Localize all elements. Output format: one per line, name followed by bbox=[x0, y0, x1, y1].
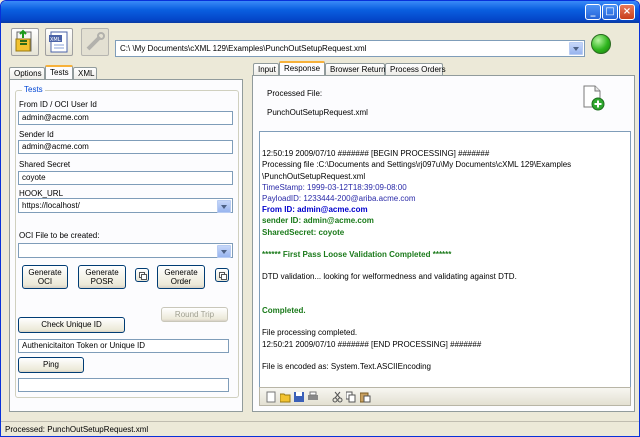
xml-file-icon: XML bbox=[49, 31, 68, 53]
generate-posr-button[interactable]: Generate POSR bbox=[78, 265, 126, 289]
log-line: 12:50:21 2009/07/10 ####### [END PROCESS… bbox=[262, 339, 482, 349]
tab-xml-label: XML bbox=[78, 69, 95, 78]
export-icon bbox=[15, 29, 32, 52]
sender-id-label: Sender Id bbox=[19, 130, 54, 139]
print-icon[interactable] bbox=[308, 391, 319, 403]
close-button[interactable]: × bbox=[619, 4, 635, 20]
chevron-down-icon[interactable] bbox=[217, 200, 231, 213]
tab-input-label: Input bbox=[258, 65, 276, 74]
sender-id-field[interactable]: admin@acme.com bbox=[18, 140, 233, 154]
chevron-down-icon[interactable] bbox=[569, 42, 583, 55]
cut-icon[interactable] bbox=[332, 391, 343, 403]
processed-file-label: Processed File: bbox=[267, 89, 323, 98]
log-line: DTD validation... looking for welformedn… bbox=[262, 272, 517, 282]
title-bar[interactable]: _ □ × bbox=[1, 1, 639, 23]
log-line: PayloadID: 1233444-200@ariba.acme.com bbox=[262, 194, 416, 203]
shared-secret-field[interactable]: coyote bbox=[18, 171, 233, 185]
log-line: SharedSecret: coyote bbox=[262, 227, 345, 237]
log-line: File processing completed. bbox=[262, 328, 358, 338]
copy-icon bbox=[141, 274, 147, 280]
oci-file-label: OCI File to be created: bbox=[19, 231, 100, 240]
file-path-value: C:\ \My Documents\cXML 129\Examples\Punc… bbox=[120, 44, 367, 53]
shared-secret-label: Shared Secret bbox=[19, 160, 71, 169]
copy-order-button[interactable] bbox=[215, 268, 229, 282]
tab-response-label: Response bbox=[284, 64, 321, 73]
log-line: Processing file :C:\Documents and Settin… bbox=[262, 160, 572, 170]
open-xml-button[interactable]: XML bbox=[45, 28, 73, 56]
status-light-icon bbox=[591, 34, 611, 54]
ping-result-field[interactable] bbox=[18, 378, 229, 392]
tools-button[interactable] bbox=[81, 28, 109, 56]
new-file-icon bbox=[583, 85, 605, 111]
save-icon[interactable] bbox=[294, 391, 305, 403]
round-trip-button[interactable]: Round Trip bbox=[161, 307, 228, 322]
copy-icon bbox=[221, 274, 227, 280]
tab-response[interactable]: Response bbox=[279, 61, 325, 75]
auth-token-field[interactable]: Authenicitaiton Token or Unique ID bbox=[18, 339, 229, 353]
svg-text:XML: XML bbox=[50, 37, 61, 43]
export-button[interactable] bbox=[11, 28, 39, 56]
chevron-down-icon[interactable] bbox=[217, 245, 231, 258]
oci-file-select[interactable] bbox=[18, 243, 233, 258]
copy-posr-button[interactable] bbox=[135, 268, 149, 282]
file-path-combo[interactable]: C:\ \My Documents\cXML 129\Examples\Punc… bbox=[115, 40, 585, 57]
log-toolbar bbox=[259, 387, 631, 406]
open-folder-icon[interactable] bbox=[280, 391, 291, 403]
copy-icon[interactable] bbox=[346, 391, 357, 403]
app-window: _ □ × XML C:\ \My Documents\cXML 129\Exa… bbox=[0, 0, 640, 437]
minimize-button[interactable]: _ bbox=[585, 4, 601, 20]
new-file-button[interactable] bbox=[581, 85, 605, 111]
from-id-field[interactable]: admin@acme.com bbox=[18, 111, 233, 125]
tab-tests[interactable]: Tests bbox=[45, 65, 73, 79]
generate-order-button[interactable]: Generate Order bbox=[157, 265, 205, 289]
maximize-button[interactable]: □ bbox=[602, 4, 618, 20]
hook-url-select[interactable]: https://localhost/ bbox=[18, 198, 233, 213]
new-document-icon[interactable] bbox=[266, 391, 277, 403]
tab-options-label: Options bbox=[14, 69, 42, 78]
log-line: From ID: admin@acme.com bbox=[262, 205, 368, 215]
log-line: File is encoded as: System.Text.ASCIIEnc… bbox=[262, 361, 431, 371]
log-line: sender ID: admin@acme.com bbox=[262, 216, 374, 226]
ping-button[interactable]: Ping bbox=[18, 357, 84, 373]
log-lines: 12:50:19 2009/07/10 ####### [BEGIN PROCE… bbox=[262, 137, 628, 372]
status-bar: Processed: PunchOutSetupRequest.xml bbox=[1, 421, 639, 436]
tab-tests-label: Tests bbox=[50, 68, 69, 77]
check-unique-id-button[interactable]: Check Unique ID bbox=[18, 317, 125, 333]
generate-oci-button[interactable]: Generate OCI bbox=[22, 265, 68, 289]
tab-browser-return-label: Browser Return bbox=[330, 65, 386, 74]
response-log[interactable]: 12:50:19 2009/07/10 ####### [BEGIN PROCE… bbox=[259, 131, 631, 388]
tab-process-orders-label: Process Orders bbox=[390, 65, 446, 74]
tests-group-title: Tests bbox=[22, 85, 45, 94]
status-text: Processed: PunchOutSetupRequest.xml bbox=[5, 425, 149, 434]
paste-icon[interactable] bbox=[360, 391, 371, 403]
log-line: 12:50:19 2009/07/10 ####### [BEGIN PROCE… bbox=[262, 149, 490, 159]
hook-url-label: HOOK_URL bbox=[19, 189, 64, 198]
from-id-label: From ID / OCI User Id bbox=[19, 100, 97, 109]
log-line: \PunchOutSetupRequest.xml bbox=[262, 171, 366, 181]
log-line: TimeStamp: 1999-03-12T18:39:09-08:00 bbox=[262, 182, 407, 192]
log-line: ****** First Pass Loose Validation Compl… bbox=[262, 250, 452, 259]
tools-icon bbox=[86, 32, 105, 51]
hook-url-value: https://localhost/ bbox=[22, 201, 80, 210]
log-line: Completed. bbox=[262, 305, 306, 315]
processed-file-name: PunchOutSetupRequest.xml bbox=[267, 108, 368, 117]
